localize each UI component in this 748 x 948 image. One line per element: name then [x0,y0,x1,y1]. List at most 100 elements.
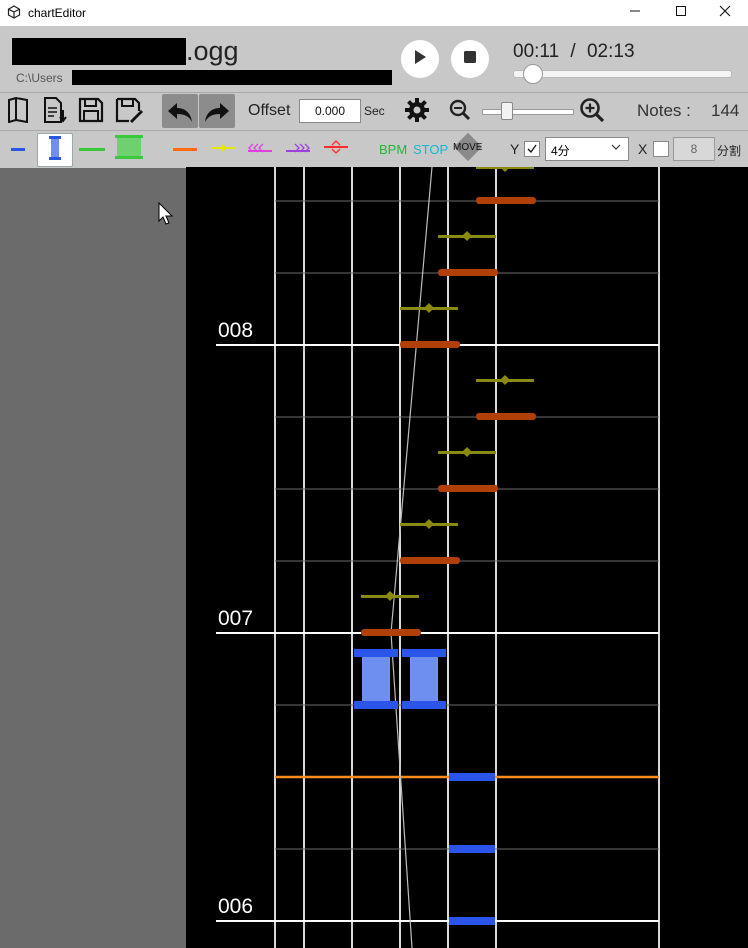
close-button[interactable] [702,0,748,26]
undo-icon [165,97,195,127]
stop-icon [463,50,477,69]
hold-note-tail [354,701,398,709]
hold-note-head [402,649,446,657]
hold-note-body [410,657,438,701]
save-as-button[interactable] [114,97,144,127]
left-arrow-tool[interactable] [245,133,275,165]
flick-note-icon [172,140,198,158]
y-snap-checkbox[interactable] [524,141,540,157]
slide-note-diamond [500,375,510,385]
save-button[interactable] [76,97,106,127]
flick-note [438,269,498,276]
zoom-slider-thumb[interactable] [501,102,513,120]
slide-note-diamond [424,303,434,313]
minimize-button[interactable] [612,0,658,26]
right-arrow-tool[interactable] [283,133,313,165]
notes-label: Notes : [637,101,691,120]
green-area-tool[interactable] [112,133,146,165]
flick-note [361,629,421,636]
document-download-icon [42,96,68,129]
zoom-out-button[interactable] [448,97,472,127]
current-time: 00:11 [513,41,560,62]
save-as-icon [115,97,143,128]
redacted-filename [12,38,186,65]
slide-note-diamond [424,519,434,529]
stop-tool[interactable]: STOP [413,142,448,157]
tap-note-icon [10,140,26,158]
chart-canvas[interactable]: 008 007 006 [186,167,748,948]
zoom-out-icon [449,99,471,126]
total-time: 02:13 [586,41,635,62]
left-chevrons-icon [246,140,274,158]
y-division-value: 4分 [551,144,570,158]
seek-slider-thumb[interactable] [523,64,544,84]
stop-button[interactable] [451,40,489,78]
check-icon [527,144,537,154]
hold-note-tail [402,701,446,709]
slide-note-diamond [501,167,509,172]
tap-note [449,773,495,781]
main-toolbar: Offset 0.000 Sec Notes : 144 [0,92,748,131]
play-icon [413,49,427,70]
up-down-tool[interactable] [321,133,351,165]
offset-input[interactable]: 0.000 [299,99,361,123]
up-down-arrow-icon [322,139,350,159]
green-area-icon [114,134,144,165]
gear-icon [404,97,430,128]
hold-note-head [354,649,398,657]
redacted-path [72,70,392,85]
slide-note-icon [210,140,236,158]
flick-note [400,341,460,348]
file-name-extension: .ogg [186,36,239,66]
y-axis-label: Y [510,141,520,157]
zoom-slider[interactable] [482,109,574,115]
bpm-tool[interactable]: BPM [379,142,407,157]
x-axis-label: X [638,141,648,157]
time-separator: / [570,41,576,62]
chart-svg[interactable] [186,167,748,948]
title-bar: chartEditor [0,0,748,26]
file-header: .ogg C:\Users 00:11 / 02:13 [0,26,748,92]
measure-label-008: 008 [218,319,254,342]
export-button[interactable] [40,96,70,129]
slide-note-tool[interactable] [208,133,238,165]
open-file-button[interactable] [3,96,33,128]
settings-button[interactable] [402,97,432,127]
time-display: 00:11 / 02:13 [513,41,635,63]
move-tool[interactable]: MOVE [453,142,482,153]
hold-note-icon [47,135,63,166]
tap-note-tool[interactable] [6,133,30,165]
offset-unit: Sec [364,104,385,118]
unity-icon [7,5,21,24]
chevron-down-icon [610,141,622,156]
x-snap-checkbox[interactable] [653,141,669,157]
maximize-icon [675,4,687,22]
x-division-input[interactable]: 8 [673,137,715,161]
zoom-in-button[interactable] [578,97,606,127]
measure-label-007: 007 [218,607,254,630]
flick-note [400,557,460,564]
close-icon [719,4,731,22]
green-line-tool[interactable] [76,133,108,165]
notes-count: 144 [711,101,740,120]
green-line-icon [78,140,106,158]
file-path: C:\Users [16,71,63,85]
open-book-icon [6,96,30,128]
maximize-button[interactable] [658,0,704,26]
slide-note-diamond [462,447,472,457]
tap-note [449,917,495,925]
save-icon [78,97,104,128]
zoom-in-icon [579,97,605,128]
seek-slider[interactable] [513,64,732,84]
offset-label: Offset [248,102,291,119]
measure-label-006: 006 [218,895,254,918]
slide-note-diamond [462,231,472,241]
flick-note [476,413,536,420]
minimize-icon [629,4,641,22]
flick-note-tool[interactable] [170,133,200,165]
mouse-cursor-icon [158,201,174,231]
y-division-select[interactable]: 4分 [545,137,629,161]
division-label: 分割 [717,144,742,158]
hold-note-tool[interactable] [37,133,73,167]
play-button[interactable] [401,40,439,78]
